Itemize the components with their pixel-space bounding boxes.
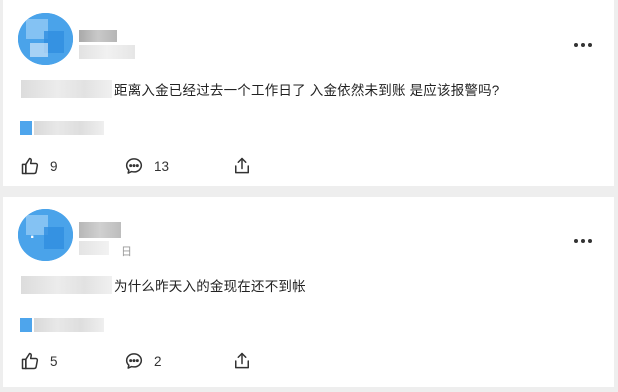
more-dots-icon[interactable] <box>574 42 592 48</box>
avatar[interactable]: . <box>18 209 73 261</box>
post-text: 距离入金已经过去一个工作日了 入金依然未到账 是应该报警吗? <box>114 83 500 98</box>
share-button[interactable] <box>232 155 252 177</box>
thumbs-up-icon <box>21 352 39 370</box>
topic-tag-blurred[interactable] <box>18 117 106 139</box>
post-feed: 距离入金已经过去一个工作日了 入金依然未到账 是应该报警吗? 9 13 . 日 … <box>0 0 618 392</box>
comment-icon <box>125 158 143 174</box>
post-actions: 9 13 <box>20 155 614 177</box>
like-count: 5 <box>50 353 58 369</box>
comment-button[interactable]: 13 <box>124 155 169 177</box>
post-meta-blurred <box>79 241 109 255</box>
post-date-suffix: 日 <box>121 246 132 258</box>
post-actions: 5 2 <box>20 350 614 372</box>
topic-tag-blurred[interactable] <box>18 314 106 336</box>
post-card: . 日 为什么昨天入的金现在还不到帐 5 2 <box>3 197 614 387</box>
comment-icon <box>125 353 143 369</box>
thumbs-up-icon <box>21 157 39 175</box>
comment-count: 13 <box>154 158 170 174</box>
comment-count: 2 <box>154 353 162 369</box>
avatar[interactable] <box>18 13 73 65</box>
like-button[interactable]: 5 <box>20 350 58 372</box>
share-icon <box>235 352 249 369</box>
post-text: 为什么昨天入的金现在还不到帐 <box>114 279 306 294</box>
post-meta-blurred <box>79 45 135 59</box>
username-blurred[interactable] <box>79 30 117 42</box>
like-button[interactable]: 9 <box>20 155 58 177</box>
post-content: 为什么昨天入的金现在还不到帐 <box>21 274 306 296</box>
comment-button[interactable]: 2 <box>124 350 162 372</box>
more-dots-icon[interactable] <box>574 238 592 244</box>
text-redacted-blur <box>21 276 112 294</box>
like-count: 9 <box>50 158 58 174</box>
share-button[interactable] <box>232 350 252 372</box>
username-blurred[interactable] <box>79 222 121 238</box>
text-redacted-blur <box>21 80 112 98</box>
share-icon <box>235 157 249 174</box>
post-content: 距离入金已经过去一个工作日了 入金依然未到账 是应该报警吗? <box>21 78 500 100</box>
post-card: 距离入金已经过去一个工作日了 入金依然未到账 是应该报警吗? 9 13 <box>3 0 614 186</box>
